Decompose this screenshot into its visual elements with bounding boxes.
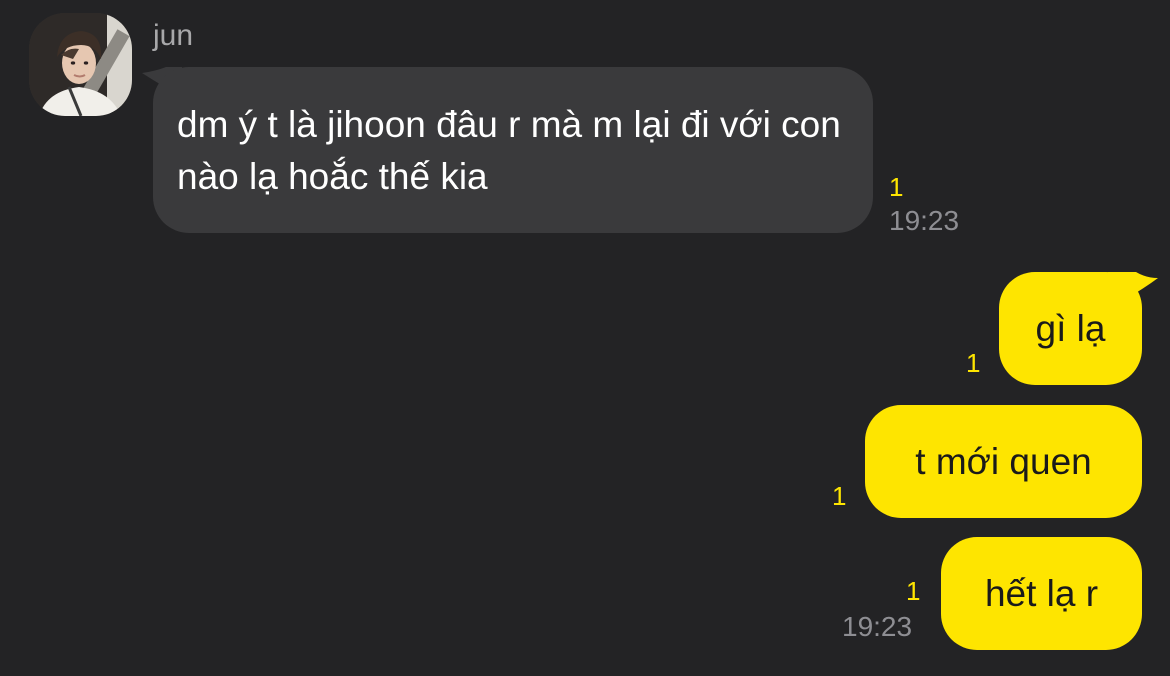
profile-photo-icon xyxy=(29,13,132,116)
outgoing-unread-count-3: 1 xyxy=(906,576,921,606)
incoming-message-bubble[interactable]: dm ý t là jihoon đâu r mà m lại đi với c… xyxy=(153,67,873,233)
avatar[interactable] xyxy=(29,13,132,116)
outgoing-message-bubble-3[interactable]: hết lạ r xyxy=(941,537,1142,650)
outgoing-unread-count-2: 1 xyxy=(832,481,847,511)
outgoing-message-time: 19:23 xyxy=(842,611,913,642)
incoming-unread-count: 1 xyxy=(889,172,904,202)
outgoing-message-bubble-2[interactable]: t mới quen xyxy=(865,405,1142,518)
outgoing-message-bubble-1[interactable]: gì lạ xyxy=(999,272,1142,385)
sender-name: jun xyxy=(153,19,194,52)
outgoing-unread-count-1: 1 xyxy=(966,348,981,378)
incoming-message-time: 19:23 xyxy=(889,205,960,236)
